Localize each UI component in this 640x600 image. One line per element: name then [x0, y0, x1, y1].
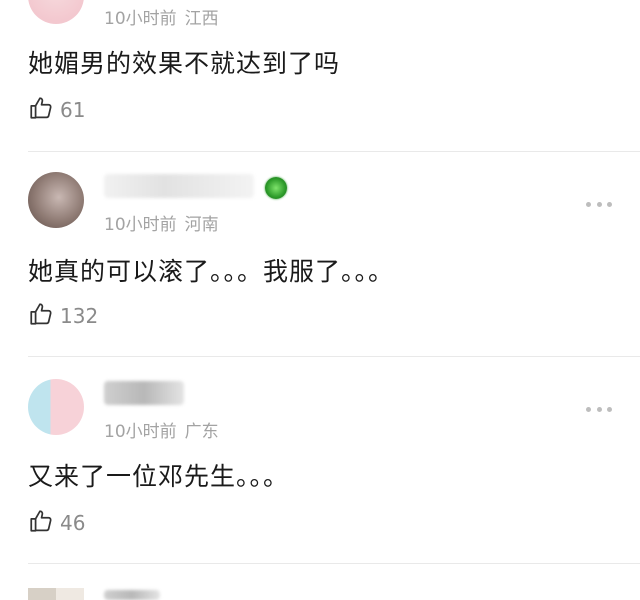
comment-item: 10小时前 河南 她真的可以滚了。。。我服了。。。 132	[0, 152, 640, 356]
comment-location: 广东	[184, 422, 219, 442]
comment-time: 10小时前	[104, 215, 177, 235]
comment-text: 她真的可以滚了。。。我服了。。。	[28, 257, 395, 286]
more-dots-icon[interactable]	[586, 200, 612, 208]
comment-meta: 10小时前 江西	[104, 4, 219, 29]
comment-time: 10小时前	[104, 9, 177, 29]
like-count: 132	[60, 304, 99, 328]
comment-meta: 10小时前 河南	[104, 210, 219, 235]
comment-item	[0, 564, 640, 600]
like-button[interactable]: 132	[28, 302, 98, 330]
like-button[interactable]: 61	[28, 96, 85, 124]
thumbs-up-icon	[28, 301, 54, 331]
comment-time: 10小时前	[104, 422, 177, 442]
avatar[interactable]	[28, 172, 84, 228]
comment-item: 10小时前 江西 她媚男的效果不就达到了吗 61	[0, 0, 640, 152]
more-dots-icon[interactable]	[586, 405, 612, 413]
comment-location: 江西	[184, 9, 219, 29]
username-redacted[interactable]	[104, 590, 160, 600]
avatar[interactable]	[28, 379, 84, 435]
thumbs-up-icon	[28, 95, 54, 125]
like-count: 61	[60, 98, 86, 122]
thumbs-up-icon	[28, 508, 54, 538]
like-button[interactable]: 46	[28, 509, 85, 537]
avatar[interactable]	[28, 588, 84, 600]
avatar[interactable]	[28, 0, 84, 24]
green-badge-icon	[265, 177, 287, 199]
comment-text: 又来了一位邓先生。。。	[28, 462, 290, 491]
comment-item: 10小时前 广东 又来了一位邓先生。。。 46	[0, 357, 640, 563]
username-redacted[interactable]	[104, 174, 254, 198]
like-count: 46	[60, 511, 86, 535]
username-redacted[interactable]	[104, 381, 184, 405]
comment-location: 河南	[184, 215, 219, 235]
comment-text: 她媚男的效果不就达到了吗	[28, 49, 341, 78]
comment-meta: 10小时前 广东	[104, 417, 219, 442]
